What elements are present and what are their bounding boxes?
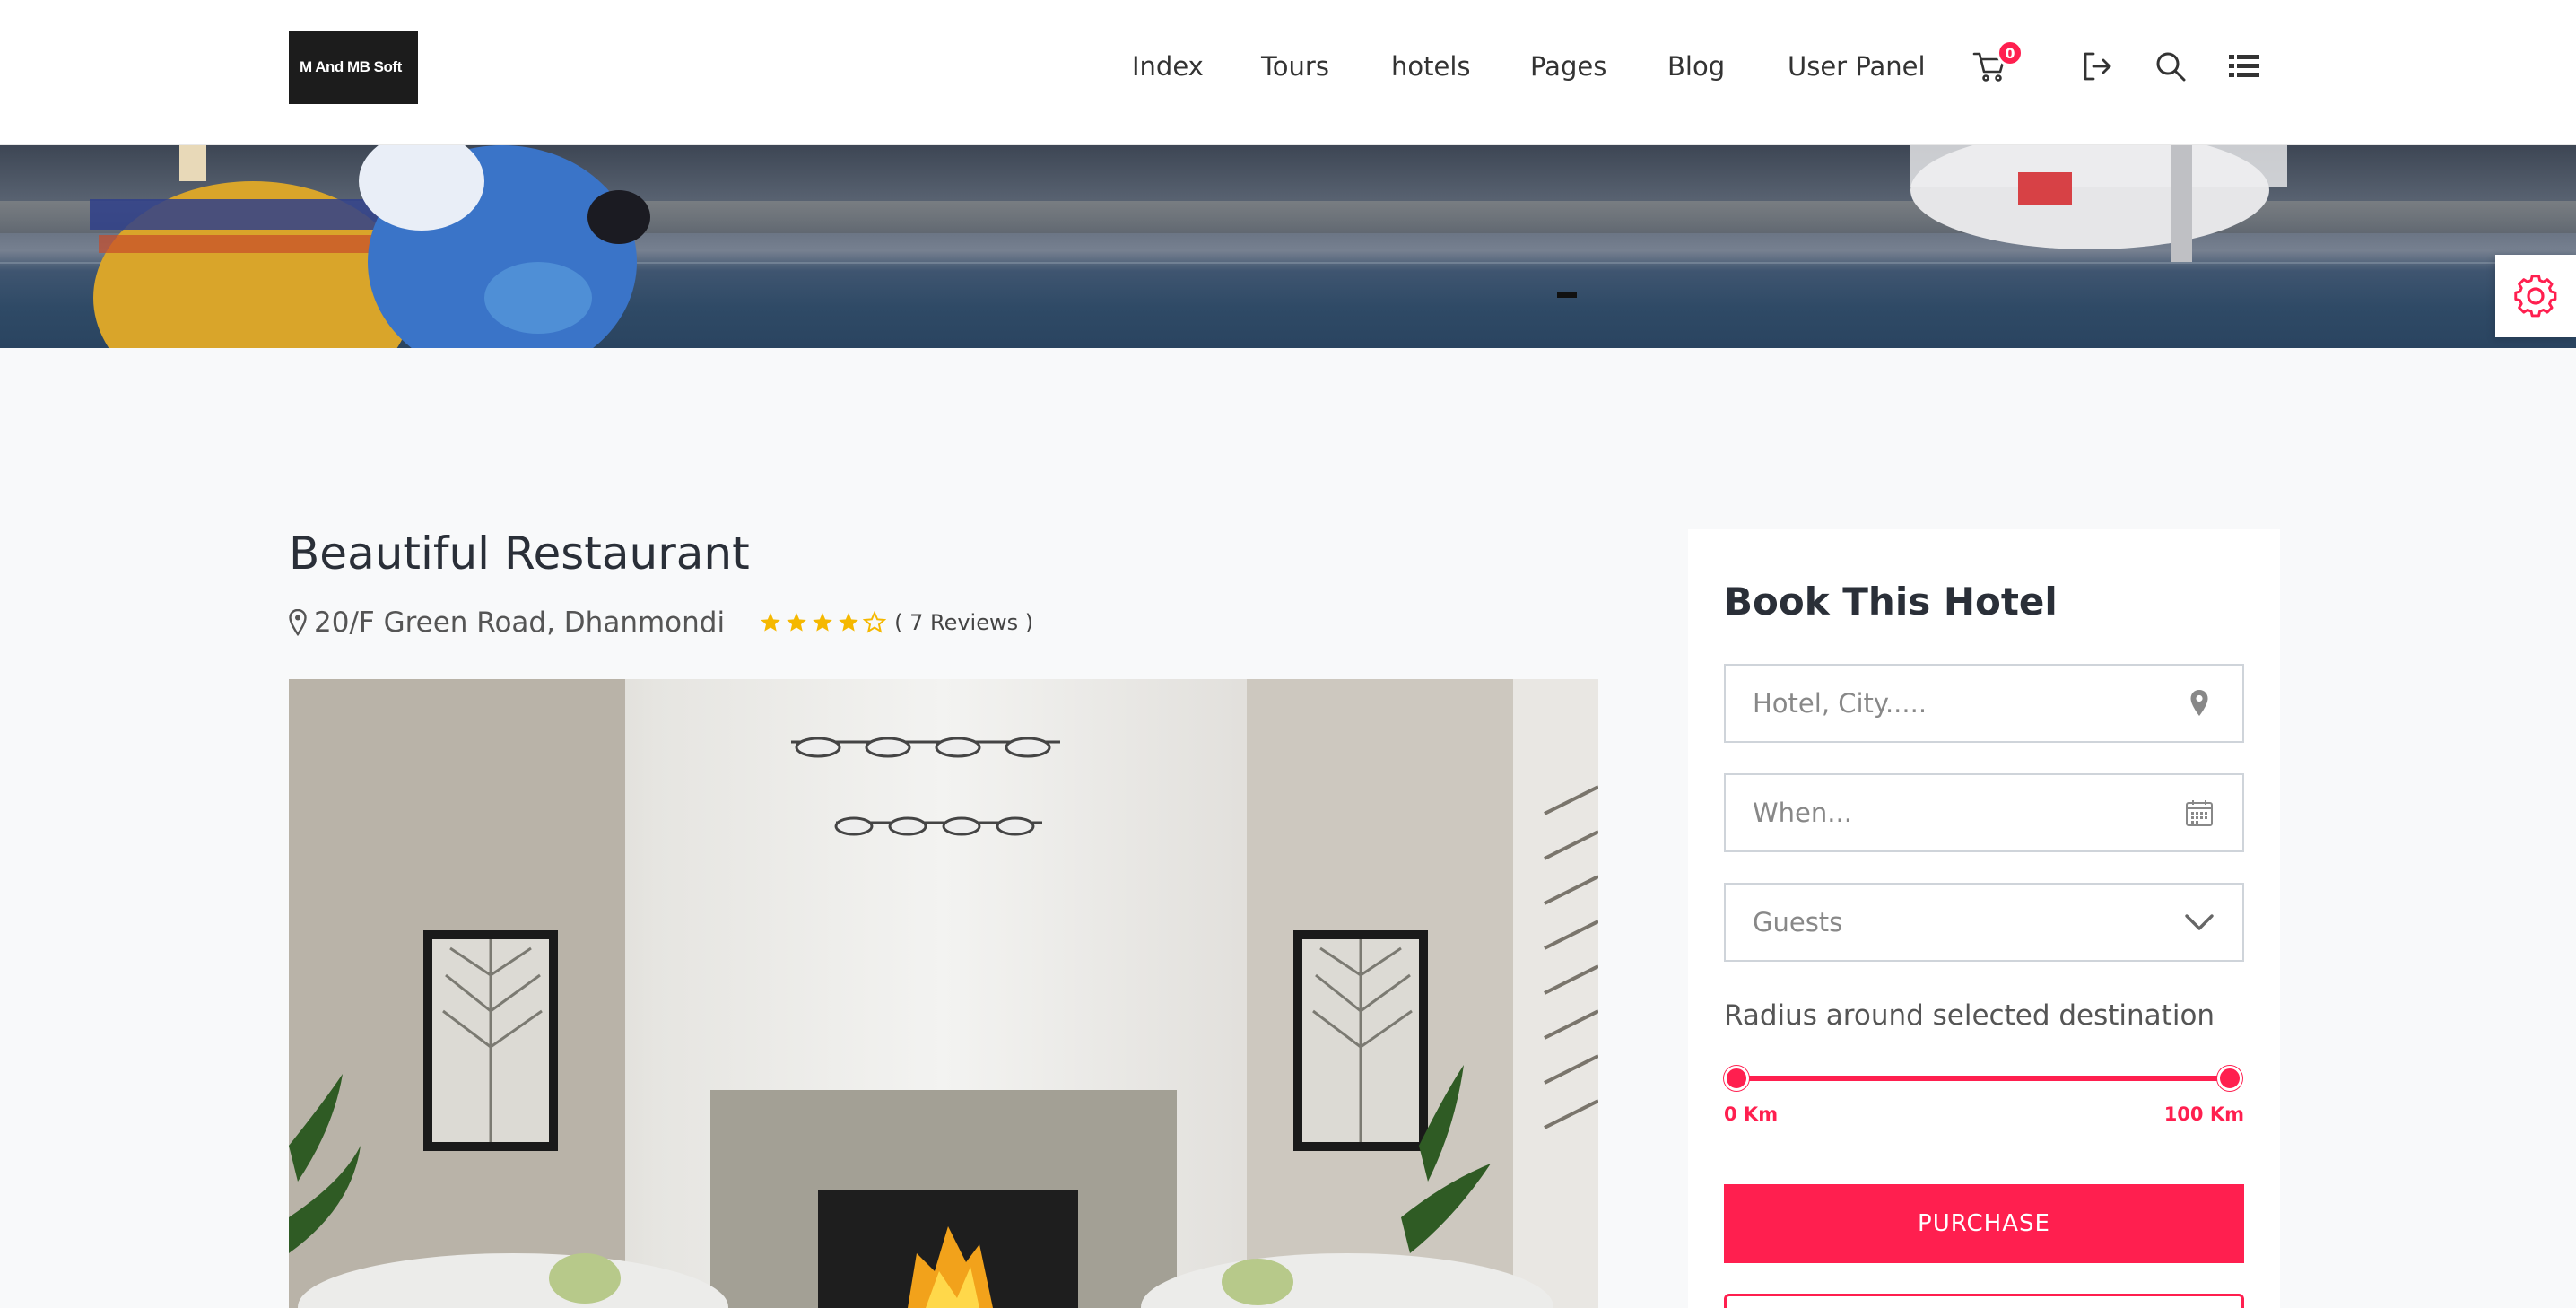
living-room-image	[289, 679, 1598, 1308]
nav-item-tours[interactable]: Tours	[1261, 47, 1329, 86]
nav-item-pages[interactable]: Pages	[1530, 47, 1606, 86]
nav-item-hotels[interactable]: hotels	[1391, 47, 1471, 86]
radius-slider-max-handle[interactable]	[2217, 1066, 2242, 1091]
date-input[interactable]	[1753, 798, 2174, 828]
location-pin-icon	[2181, 685, 2217, 721]
menu-button[interactable]	[2224, 47, 2264, 86]
page-banner	[0, 145, 2576, 348]
search-icon	[2156, 52, 2186, 82]
hotel-title: Beautiful Restaurant	[289, 528, 750, 580]
banner-balloons-image	[90, 145, 2287, 348]
list-menu-icon	[2229, 55, 2259, 77]
star-empty-icon	[863, 611, 887, 633]
cart-count-badge: 0	[1997, 39, 2023, 66]
nav-item-index[interactable]: Index	[1132, 47, 1204, 86]
radius-label: Radius around selected destination	[1724, 999, 2215, 1032]
nav-item-user-panel[interactable]: User Panel	[1788, 47, 1926, 86]
hotel-address-row: 20/F Green Road, Dhanmondi ( 7 Reviews )	[289, 603, 1033, 642]
purchase-button[interactable]: PURCHASE	[1724, 1184, 2244, 1263]
booking-panel: Book This Hotel Guests Rad	[1688, 529, 2280, 1308]
star-filled-icon	[787, 613, 806, 632]
star-filled-icon	[813, 613, 832, 632]
settings-toggle[interactable]	[2495, 255, 2576, 337]
logo-text: M And MB Soft	[300, 58, 402, 75]
location-field[interactable]	[1724, 664, 2244, 743]
guests-select-value: Guests	[1753, 907, 1843, 937]
reviews-count[interactable]: ( 7 Reviews )	[894, 610, 1033, 635]
secondary-button[interactable]	[1724, 1294, 2244, 1308]
map-marker-icon	[289, 609, 307, 636]
site-logo[interactable]: M And MB Soft	[289, 31, 418, 104]
search-button[interactable]	[2151, 47, 2190, 86]
nav-item-blog[interactable]: Blog	[1667, 47, 1725, 86]
star-filled-icon	[839, 613, 858, 632]
logout-icon	[2084, 52, 2111, 81]
logout-button[interactable]	[2077, 47, 2117, 86]
star-filled-icon	[761, 613, 780, 632]
guests-select[interactable]: Guests	[1724, 883, 2244, 962]
date-field[interactable]	[1724, 773, 2244, 852]
radius-slider-track[interactable]	[1736, 1076, 2230, 1081]
hotel-address: 20/F Green Road, Dhanmondi	[314, 606, 726, 639]
radius-slider-min-handle[interactable]	[1724, 1066, 1749, 1091]
hotel-main-photo	[289, 679, 1598, 1308]
site-header: M And MB Soft Index Tours hotels Pages B…	[0, 0, 2576, 145]
booking-title: Book This Hotel	[1724, 580, 2058, 623]
rating-stars	[759, 611, 889, 634]
radius-min-label: 0 Km	[1724, 1103, 1779, 1125]
gear-icon	[2514, 275, 2557, 318]
location-input[interactable]	[1753, 688, 2174, 719]
radius-max-label: 100 Km	[2163, 1103, 2244, 1125]
chevron-down-icon	[2181, 904, 2217, 940]
calendar-icon	[2181, 795, 2217, 831]
